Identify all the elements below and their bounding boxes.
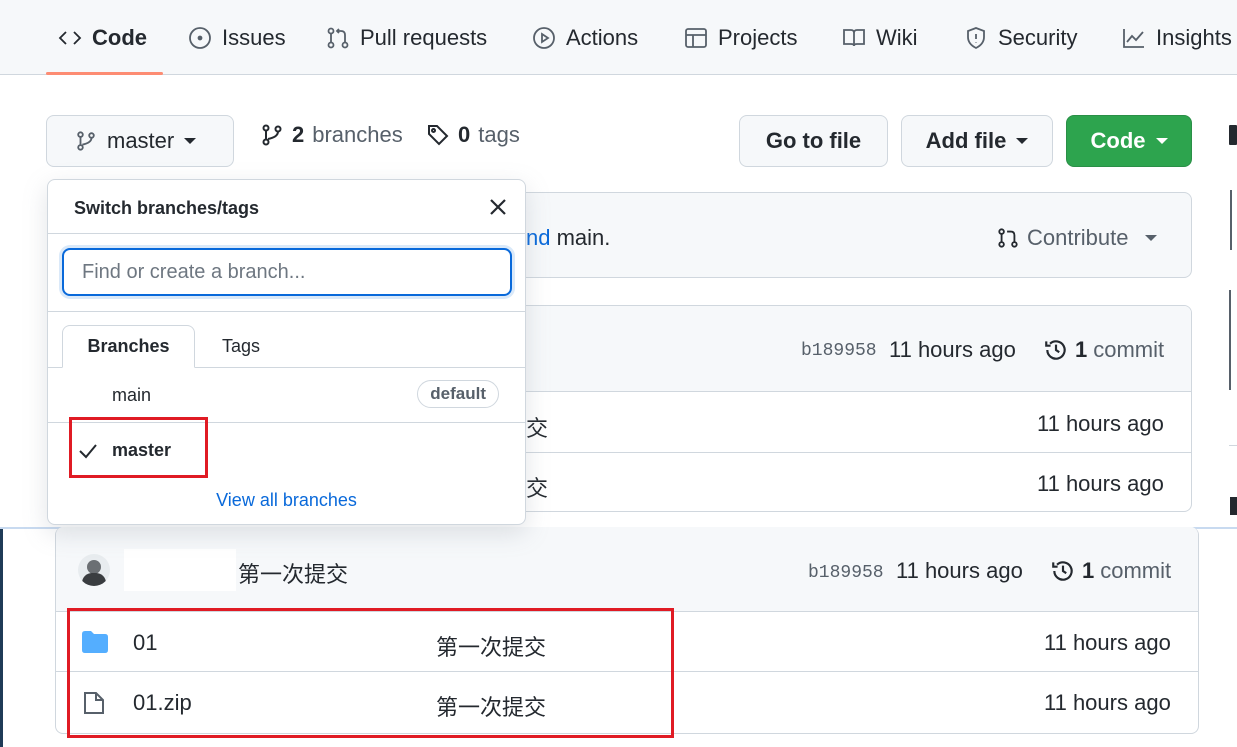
releases-heading-fragment <box>1230 497 1237 515</box>
history-icon <box>1052 561 1073 581</box>
go-to-file-button[interactable]: Go to file <box>739 115 888 167</box>
tab-label: Wiki <box>876 24 918 50</box>
graph-icon <box>1123 28 1144 48</box>
history-icon <box>1045 340 1066 360</box>
avatar[interactable] <box>78 554 110 586</box>
chevron-down-icon <box>1155 138 1168 144</box>
pull-request-icon <box>998 228 1018 248</box>
tab-label: Actions <box>566 24 639 50</box>
tab-code[interactable]: Code <box>58 0 147 75</box>
commit-sha[interactable]: b189958 <box>808 563 884 583</box>
commit-sha[interactable]: b189958 <box>801 341 877 361</box>
tab-label: Security <box>998 24 1078 50</box>
repo-nav: Code Issues Pull requests Actions Projec… <box>0 0 1237 75</box>
tab-label: Pull requests <box>360 24 488 50</box>
code-icon <box>58 30 82 45</box>
author-name-redacted <box>124 549 236 591</box>
branch-select-label: master <box>107 128 175 153</box>
tags-label: tags <box>478 122 520 147</box>
contribute-button[interactable]: Contribute <box>997 225 1157 251</box>
tab-insights[interactable]: Insights <box>1122 0 1232 75</box>
tab-label: Projects <box>718 24 798 50</box>
branch-name: main <box>112 384 152 405</box>
go-to-file-label: Go to file <box>765 128 862 153</box>
sidebar-icons-fragment <box>1229 290 1237 390</box>
tab-pull-requests[interactable]: Pull requests <box>326 0 487 75</box>
branches-label: branches <box>312 122 403 147</box>
default-badge: default <box>417 380 499 408</box>
banner-text: nd main. <box>526 225 610 251</box>
tab-wiki[interactable]: Wiki <box>842 0 918 75</box>
description-fragment <box>1230 190 1237 250</box>
tab-label: Insights <box>1156 24 1232 50</box>
highlight-box-master <box>69 417 208 478</box>
add-file-label: Add file <box>925 128 1007 153</box>
issue-icon <box>189 26 211 49</box>
tab-label: Code <box>92 24 147 50</box>
divider <box>48 233 525 234</box>
tab-tags[interactable]: Tags <box>198 325 284 368</box>
tab-label: Tags <box>221 336 261 356</box>
pull-request-icon <box>327 27 349 48</box>
row-message: 交 <box>526 416 549 441</box>
tab-issues[interactable]: Issues <box>188 0 286 75</box>
code-button[interactable]: Code <box>1066 115 1192 167</box>
divider <box>48 311 525 312</box>
view-all-label: View all branches <box>216 490 357 510</box>
commit-count: 1 <box>1075 337 1088 362</box>
tab-label: Issues <box>222 24 286 50</box>
sidebar-divider <box>1229 445 1237 446</box>
commits-link[interactable]: 1 commit <box>1043 337 1164 363</box>
chevron-down-icon <box>184 138 197 144</box>
tags-count: 0 <box>458 122 471 147</box>
tag-icon <box>428 125 449 146</box>
row-time: 11 hours ago <box>1037 411 1164 436</box>
commit-label: commit <box>1093 337 1165 362</box>
tab-security[interactable]: Security <box>964 0 1077 75</box>
tab-label: Branches <box>87 336 170 356</box>
window-edge <box>0 529 3 747</box>
code-button-label: Code <box>1090 128 1146 153</box>
row-message: 交 <box>526 476 549 501</box>
branch-search-input[interactable] <box>62 248 512 296</box>
chevron-down-icon <box>1016 138 1029 144</box>
branch-icon <box>77 131 95 151</box>
add-file-button[interactable]: Add file <box>901 115 1053 167</box>
view-all-branches-link[interactable]: View all branches <box>48 478 525 523</box>
close-icon[interactable] <box>487 196 509 218</box>
branches-count: 2 <box>292 122 305 147</box>
file-time: 11 hours ago <box>1044 630 1171 655</box>
commits-link[interactable]: 1 commit <box>1050 558 1171 584</box>
book-icon <box>843 28 865 46</box>
dropdown-title: Switch branches/tags <box>74 198 260 218</box>
tab-projects[interactable]: Projects <box>684 0 797 75</box>
file-time: 11 hours ago <box>1044 690 1171 715</box>
commit-time: 11 hours ago <box>889 337 1016 362</box>
tab-actions[interactable]: Actions <box>532 0 638 75</box>
chevron-down-icon <box>1144 235 1157 241</box>
commit-message[interactable]: 第一次提交 <box>238 557 348 589</box>
active-tab-indicator <box>46 72 163 75</box>
commit-time: 11 hours ago <box>896 558 1023 583</box>
table-icon <box>685 27 707 48</box>
commit-label: commit <box>1100 558 1172 583</box>
banner-link[interactable]: nd <box>526 225 550 250</box>
tags-link[interactable]: 0 tags <box>426 122 520 148</box>
tab-branches[interactable]: Branches <box>62 325 195 368</box>
branches-link[interactable]: 2 branches <box>260 122 403 148</box>
branch-icon <box>262 124 282 146</box>
banner-rest: main. <box>550 225 611 250</box>
shield-icon <box>967 26 985 49</box>
about-heading-fragment <box>1229 125 1237 145</box>
play-icon <box>533 26 555 49</box>
branch-select-button[interactable]: master <box>46 115 234 167</box>
highlight-box-files <box>67 608 674 738</box>
contribute-label: Contribute <box>1027 225 1129 250</box>
row-time: 11 hours ago <box>1037 471 1164 496</box>
commit-count: 1 <box>1082 558 1095 583</box>
